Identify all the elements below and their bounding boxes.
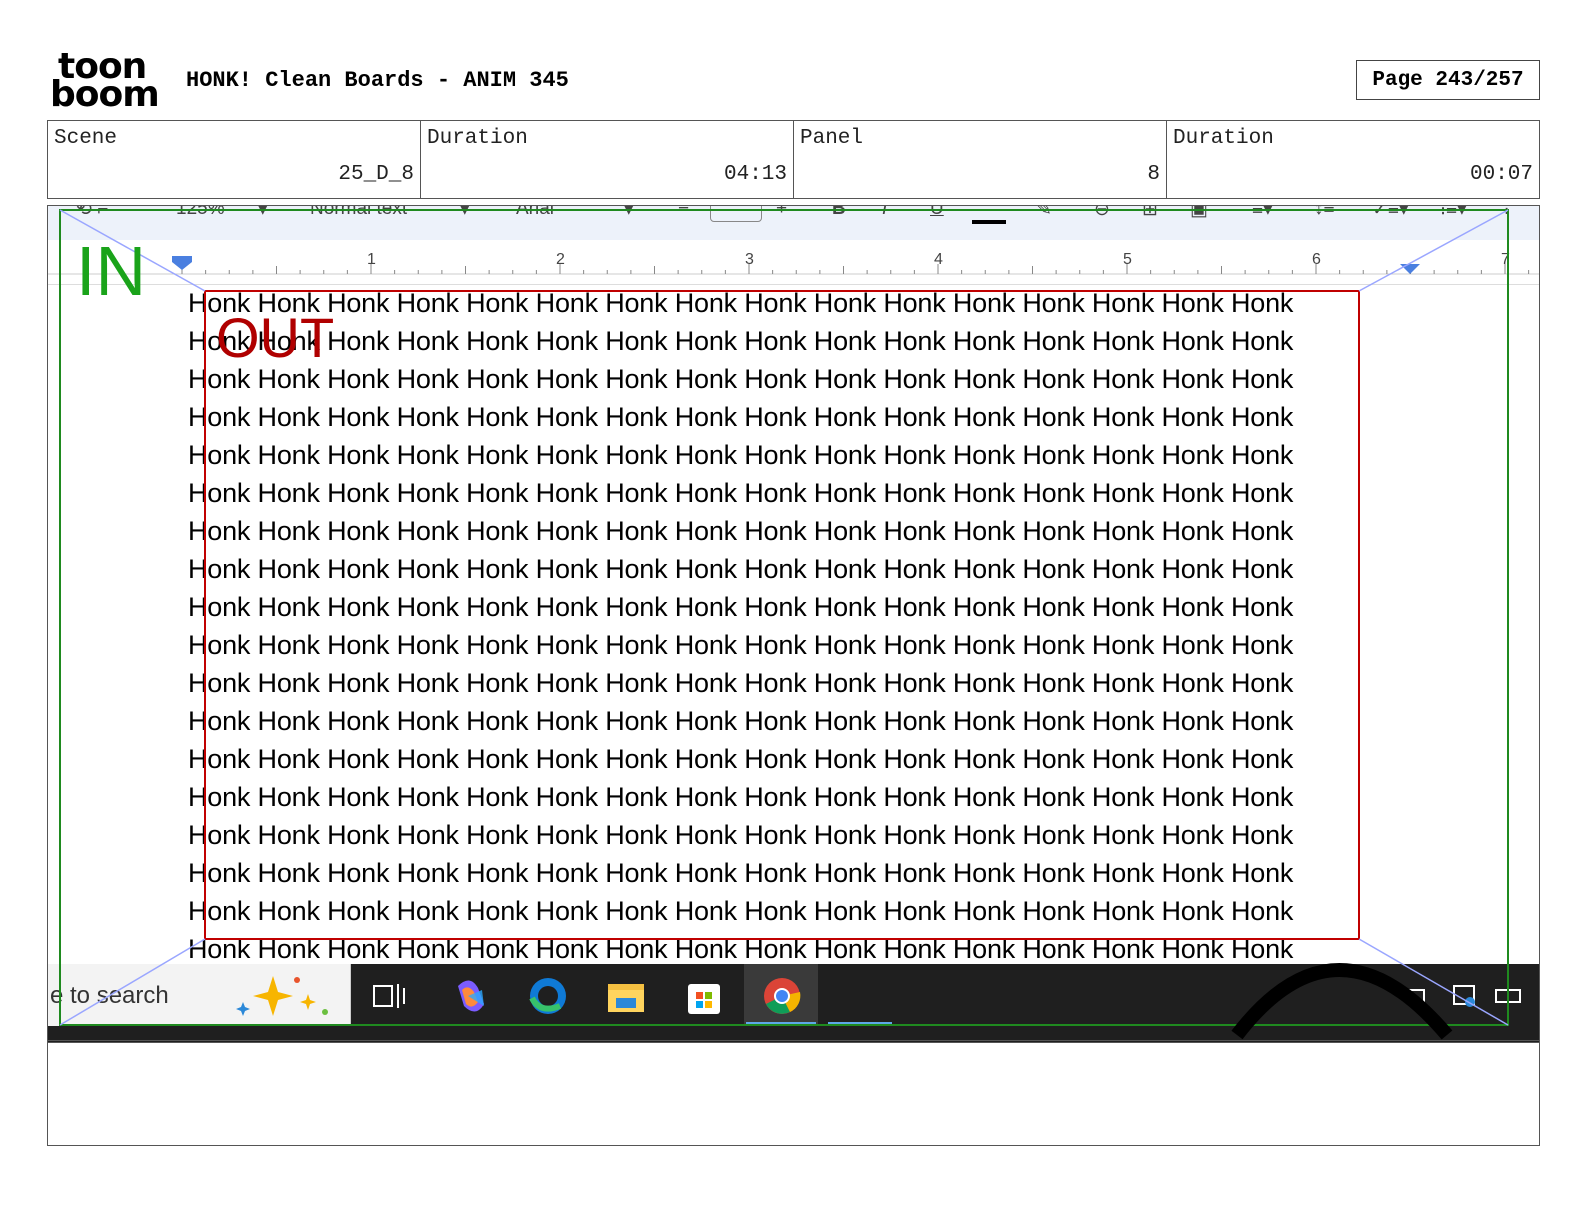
- scene-cell: Scene 25_D_8: [48, 121, 421, 198]
- page-number: Page 243/257: [1356, 60, 1540, 100]
- panel-cell: Panel 8: [794, 121, 1167, 198]
- scene-duration-label: Duration: [427, 127, 528, 150]
- scene-value: 25_D_8: [338, 163, 414, 186]
- out-frame: [204, 290, 1360, 940]
- out-label: OUT: [216, 306, 335, 369]
- panel-value: 8: [1147, 163, 1160, 186]
- panel-duration-value: 00:07: [1469, 163, 1533, 186]
- scene-duration-cell: Duration 04:13: [421, 121, 794, 198]
- panel-info-row: Scene 25_D_8 Duration 04:13 Panel 8 Dura…: [47, 120, 1540, 199]
- camera-move-line: [59, 938, 206, 1026]
- page-title: HONK! Clean Boards - ANIM 345: [186, 68, 569, 93]
- toonboom-logo: toon boom: [50, 49, 168, 115]
- panel-duration-cell: Duration 00:07: [1167, 121, 1539, 198]
- camera-move-line: [1358, 209, 1509, 292]
- panel-label: Panel: [800, 127, 864, 150]
- panel-notes: [47, 1040, 1540, 1146]
- in-label: IN: [76, 232, 146, 310]
- panel-duration-label: Duration: [1173, 127, 1274, 150]
- logo-line-2: boom: [50, 74, 160, 115]
- scene-label: Scene: [54, 127, 118, 150]
- scene-duration-value: 04:13: [723, 163, 787, 186]
